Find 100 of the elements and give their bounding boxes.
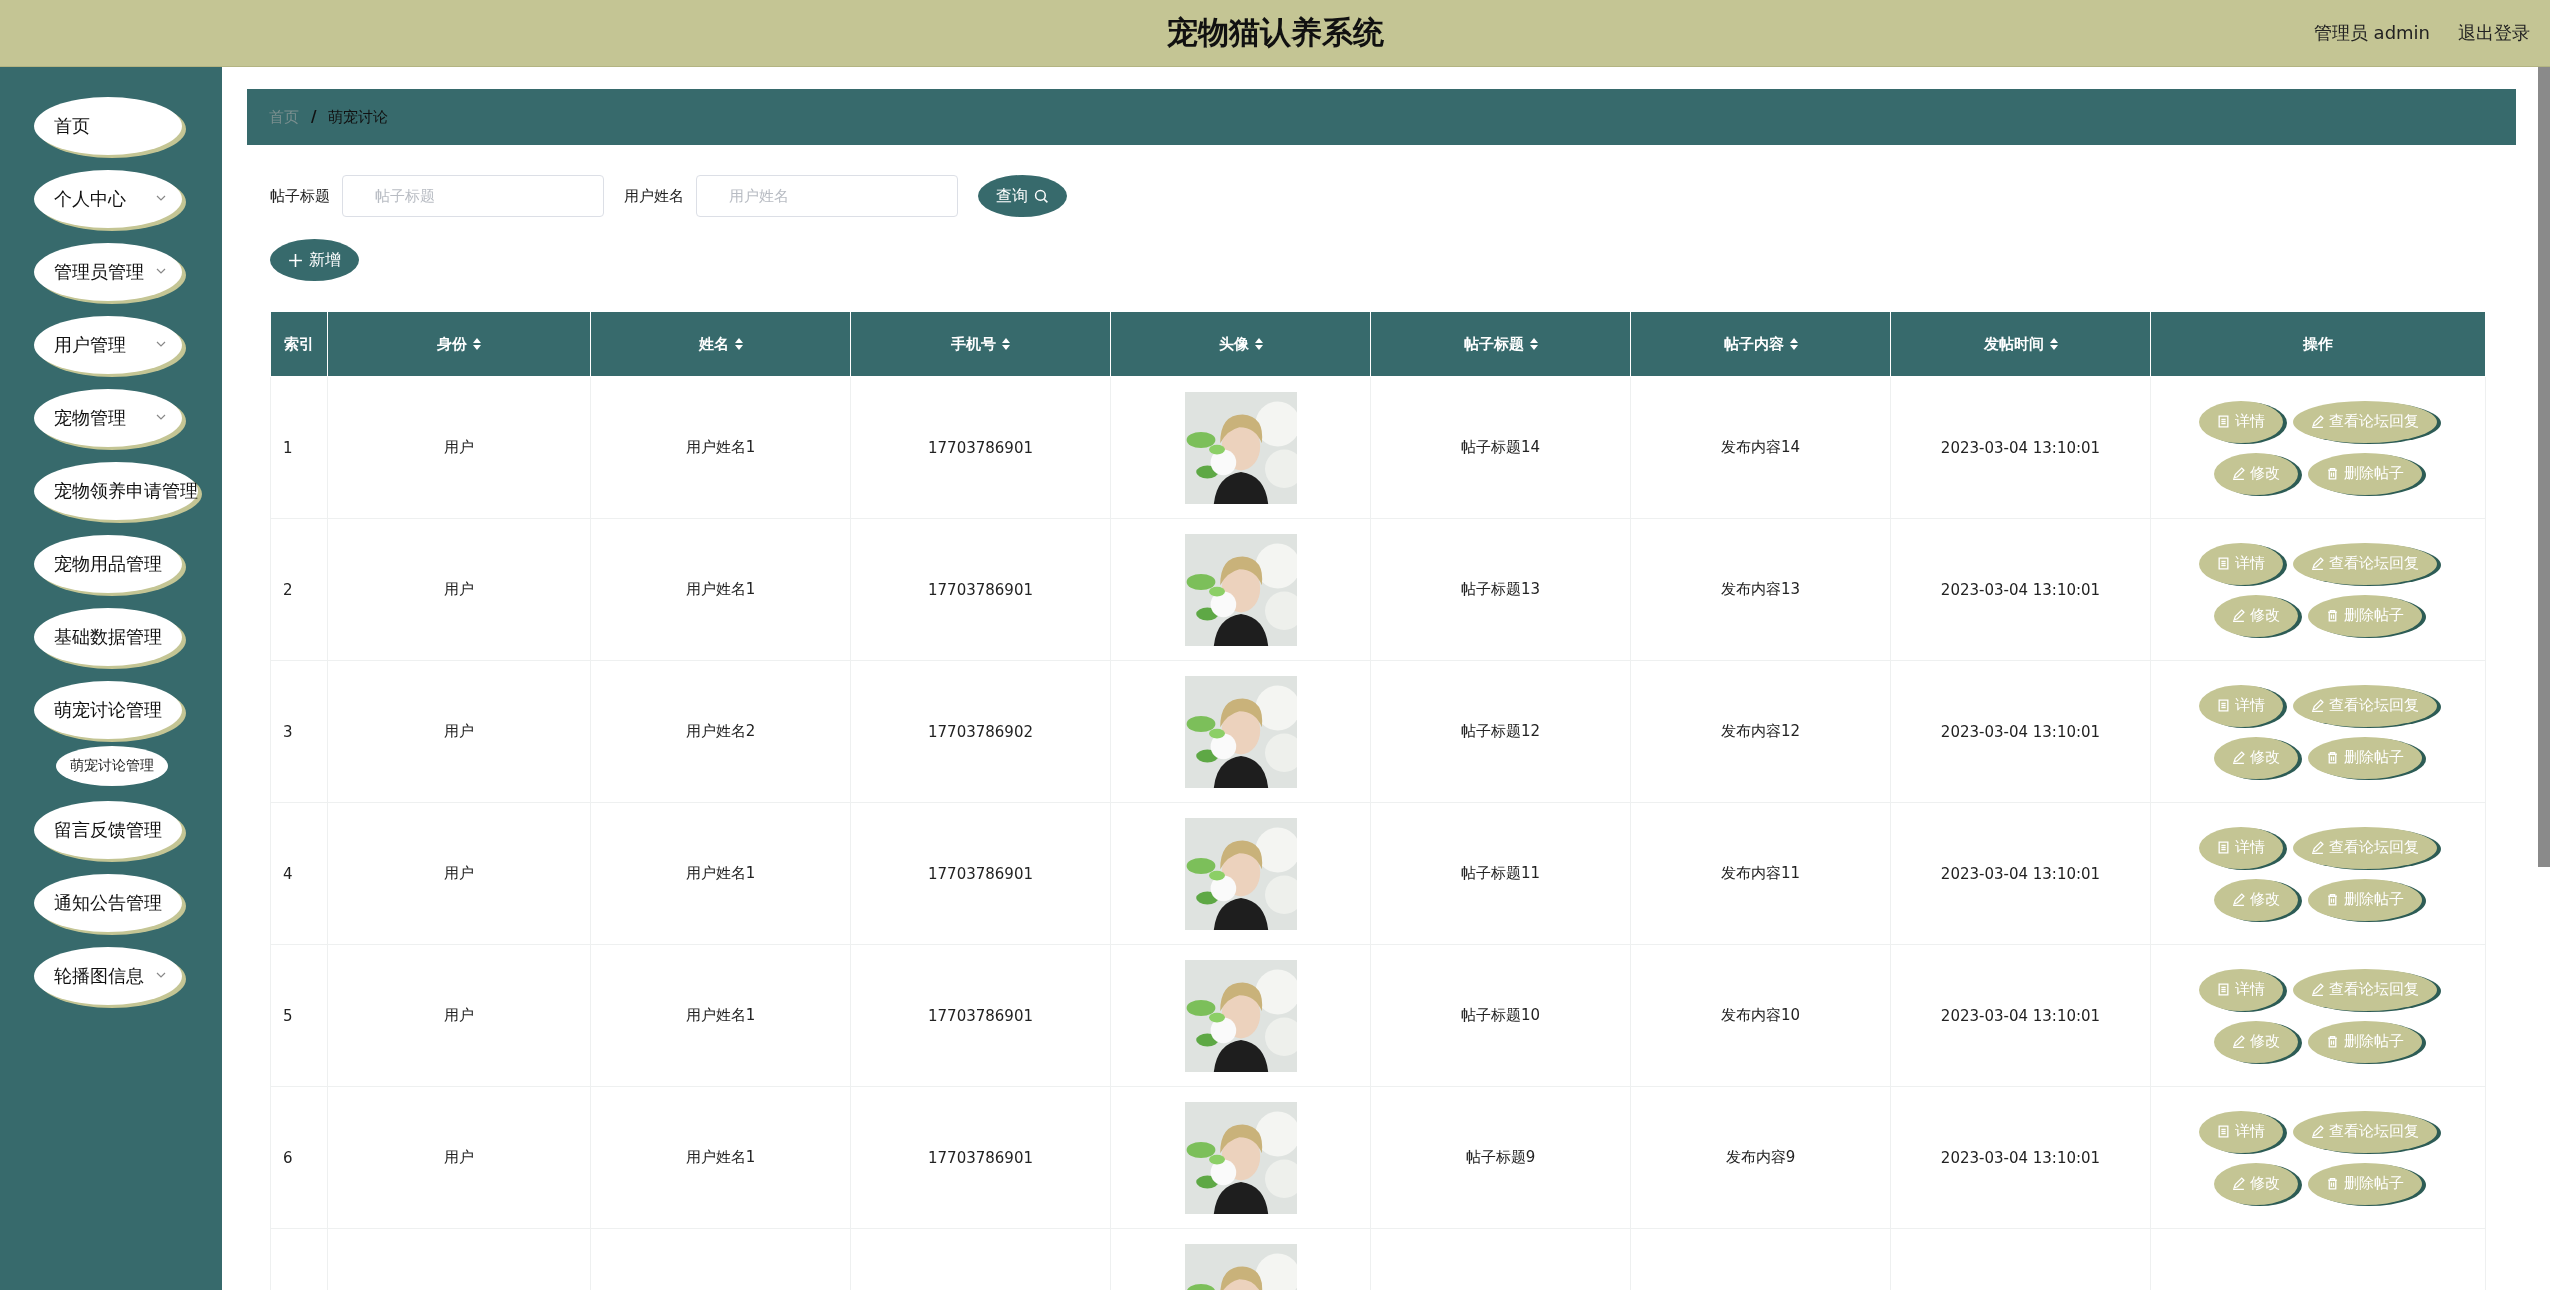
action-button[interactable]: 修改 [2214,1162,2298,1205]
table-cell: 1 [270,376,328,519]
action-button[interactable]: 详情 [2199,826,2283,869]
action-button[interactable]: 删除帖子 [2308,736,2422,779]
column-header[interactable]: 姓名 [590,311,851,377]
action-button[interactable]: 查看论坛回复 [2293,684,2437,727]
table-cell: 帖子标题10 [1370,944,1631,1087]
trash-icon [2326,609,2339,622]
action-button[interactable]: 修改 [2214,594,2298,637]
app-title: 宠物猫认养系统 [1166,13,1384,52]
breadcrumb-item[interactable]: 首页 [269,107,299,127]
table-cell: 用户姓名1 [590,802,851,945]
column-header[interactable]: 身份 [327,311,591,377]
table-cell: 用户姓名1 [590,1086,851,1229]
search-field[interactable]: 用户姓名 [696,175,958,217]
table-cell: 6 [270,1086,328,1229]
table-cell: 2023-03-04 13:10:01 [1890,802,2151,945]
trash-icon [2326,1177,2339,1190]
table-cell: 17703786902 [850,660,1111,803]
table-cell: 2023-03-04 13:10:01 [1890,518,2151,661]
table-cell: 发布内容10 [1630,944,1891,1087]
action-button[interactable]: 详情 [2199,684,2283,727]
column-header[interactable]: 头像 [1110,311,1371,377]
table-cell: 17703786901 [850,944,1111,1087]
sidebar-item[interactable]: 宠物管理 [34,389,182,447]
action-button[interactable]: 修改 [2214,452,2298,495]
action-button[interactable]: 查看论坛回复 [2293,968,2437,1011]
sidebar-item[interactable]: 管理员管理 [34,243,182,301]
pencil-icon [2311,699,2324,712]
action-button[interactable]: 详情 [2199,1110,2283,1153]
add-button[interactable]: 新增 [270,239,359,281]
action-button[interactable]: 查看论坛回复 [2293,400,2437,443]
table-cell: 5 [270,944,328,1087]
table-cell: 发布内容9 [1630,1086,1891,1229]
trash-icon [2326,467,2339,480]
sidebar-item[interactable]: 首页 [34,97,182,155]
column-header[interactable]: 帖子标题 [1370,311,1631,377]
action-button[interactable]: 删除帖子 [2308,594,2422,637]
action-button[interactable]: 查看论坛回复 [2293,1110,2437,1153]
table-cell: 用户姓名1 [590,518,851,661]
table-cell: 17703786901 [850,518,1111,661]
table-cell: 发布内容14 [1630,376,1891,519]
sort-icon[interactable] [1789,338,1798,350]
action-button[interactable]: 删除帖子 [2308,878,2422,921]
field-label: 帖子标题 [270,186,330,206]
column-header: 索引 [270,311,328,377]
table-cell: 2023-03-04 13:10:01 [1890,660,2151,803]
sort-icon[interactable] [734,338,743,350]
action-button[interactable]: 详情 [2199,542,2283,585]
search-button[interactable]: 查询 [978,175,1067,217]
sort-icon[interactable] [1254,338,1263,350]
breadcrumb-separator: / [311,108,317,126]
search-field[interactable]: 帖子标题 [342,175,604,217]
column-header[interactable]: 帖子内容 [1630,311,1891,377]
action-button[interactable]: 修改 [2214,736,2298,779]
sort-icon[interactable] [1529,338,1538,350]
sidebar-item[interactable]: 留言反馈管理 [34,801,182,859]
table-cell: 用户 [327,376,591,519]
action-button[interactable]: 删除帖子 [2308,1020,2422,1063]
action-button[interactable]: 查看论坛回复 [2293,542,2437,585]
document-icon [2217,699,2230,712]
sidebar-item[interactable]: 通知公告管理 [34,874,182,932]
action-button[interactable]: 删除帖子 [2308,452,2422,495]
pencil-icon [2311,1125,2324,1138]
column-header[interactable]: 发帖时间 [1890,311,2151,377]
action-button[interactable]: 详情 [2199,400,2283,443]
sidebar-item[interactable]: 宠物领养申请管理 [34,462,198,520]
column-header[interactable]: 手机号 [850,311,1111,377]
scrollbar[interactable] [2538,67,2550,867]
pencil-icon [2311,983,2324,996]
sidebar-item[interactable]: 个人中心 [34,170,182,228]
table-cell: 17703786901 [850,802,1111,945]
pencil-icon [2232,609,2245,622]
document-icon [2217,557,2230,570]
table-cell: 用户 [327,1086,591,1229]
action-button[interactable]: 删除帖子 [2308,1162,2422,1205]
sidebar-item[interactable]: 萌宠讨论管理 [34,681,182,739]
sidebar-item[interactable]: 宠物用品管理 [34,535,182,593]
table-cell: 用户姓名1 [590,376,851,519]
sidebar-item[interactable]: 基础数据管理 [34,608,182,666]
sidebar-item[interactable]: 用户管理 [34,316,182,374]
pencil-icon [2232,1035,2245,1048]
action-button[interactable]: 详情 [2199,968,2283,1011]
sort-icon[interactable] [473,338,481,350]
table-cell: 用户姓名2 [590,660,851,803]
action-button[interactable]: 查看论坛回复 [2293,826,2437,869]
table-cell: 4 [270,802,328,945]
document-icon [2217,983,2230,996]
document-icon [2217,1125,2230,1138]
logout-link[interactable]: 退出登录 [2458,21,2530,45]
sort-icon[interactable] [1002,338,1010,350]
action-button[interactable]: 修改 [2214,878,2298,921]
table-cell: 17703786901 [850,1086,1111,1229]
sidebar-subitem[interactable]: 萌宠讨论管理 [56,746,168,786]
sidebar-item[interactable]: 轮播图信息 [34,947,182,1005]
action-button[interactable]: 修改 [2214,1020,2298,1063]
sort-icon[interactable] [2049,338,2058,350]
trash-icon [2326,751,2339,764]
table-cell: 2023-03-04 13:10:01 [1890,376,2151,519]
table-cell: 3 [270,660,328,803]
